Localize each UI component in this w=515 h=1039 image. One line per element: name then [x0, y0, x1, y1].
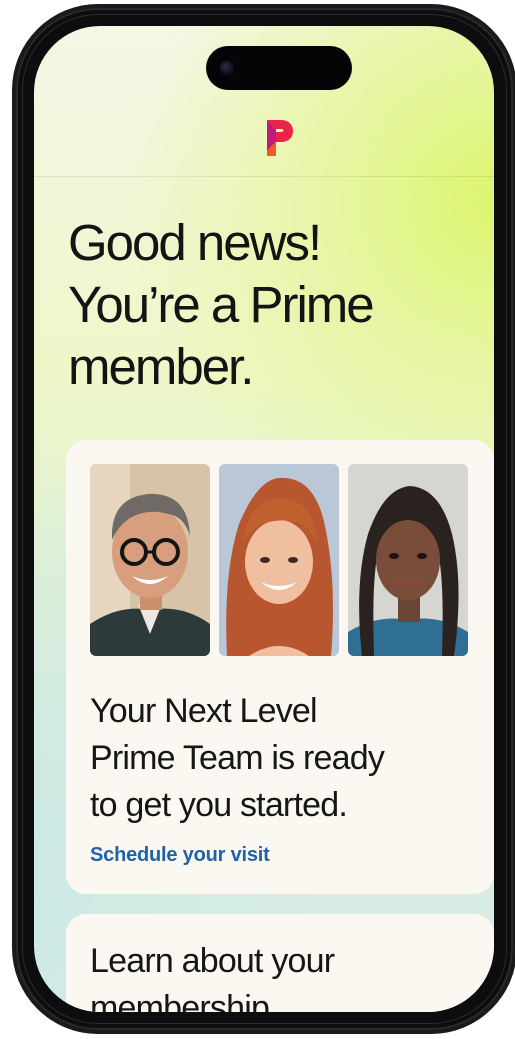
- prime-p-logo-icon[interactable]: [263, 118, 295, 158]
- learn-line-2: membership: [90, 989, 270, 1012]
- team-card-message: Your Next Level Prime Team is ready to g…: [90, 688, 480, 829]
- woman-braids-portrait-photo: [348, 464, 468, 656]
- team-line-3: to get you started.: [90, 786, 348, 824]
- schedule-visit-link[interactable]: Schedule your visit: [90, 844, 270, 867]
- headline-line-1: Good news!: [68, 214, 322, 271]
- phone-frame: Good news! You’re a Prime member. Your N…: [16, 8, 513, 1030]
- dynamic-island: [206, 46, 352, 90]
- team-line-2: Prime Team is ready: [90, 739, 385, 777]
- learn-card-title: Learn about your membership: [90, 938, 480, 1012]
- man-portrait-photo: [90, 464, 210, 656]
- headline-line-2: You’re a Prime: [68, 276, 375, 333]
- team-photos: [90, 464, 470, 656]
- page-headline: Good news! You’re a Prime member.: [68, 212, 468, 398]
- team-line-1: Your Next Level: [90, 692, 318, 730]
- app-screen: Good news! You’re a Prime member. Your N…: [34, 26, 494, 1012]
- headline-line-3: member.: [68, 338, 254, 395]
- prime-team-card[interactable]: Your Next Level Prime Team is ready to g…: [66, 440, 494, 894]
- front-camera-icon: [220, 61, 234, 75]
- learn-membership-card[interactable]: Learn about your membership: [66, 914, 494, 1012]
- woman-redhead-portrait-photo: [219, 464, 339, 656]
- learn-line-1: Learn about your: [90, 942, 335, 980]
